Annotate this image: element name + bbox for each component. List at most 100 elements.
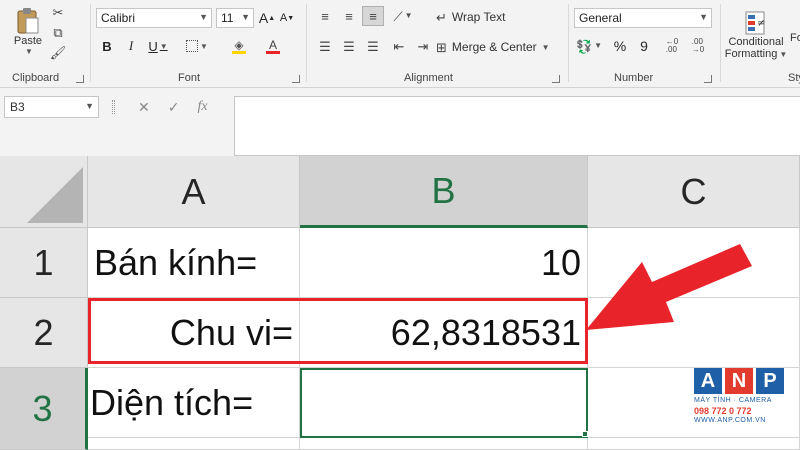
paste-dropdown-icon[interactable]: ▼ [25,47,33,56]
cell-a4[interactable] [88,438,300,450]
font-name-select[interactable]: Calibri ▼ [96,8,212,28]
cut-icon[interactable]: ✂ [50,4,66,20]
number-format-value: General [579,11,622,25]
column-header-c[interactable]: C [588,156,800,228]
column-header-b[interactable]: B [300,156,588,228]
chevron-down-icon: ▼ [699,12,708,22]
insert-function-icon[interactable]: fx [197,99,207,115]
row-header-2[interactable]: 2 [0,298,88,368]
fill-handle[interactable] [582,431,588,437]
align-middle-icon[interactable]: ≡ [338,6,360,26]
logo-tile-n: N [725,368,753,394]
name-box[interactable]: B3 ▼ [4,96,99,118]
orientation-icon[interactable]: ⟋ ▼ [388,6,418,26]
chevron-down-icon: ▼ [85,101,94,111]
wrap-text-icon: ↵ [436,9,447,25]
decrease-indent-icon[interactable]: ⇤ [388,36,410,56]
divider [568,4,569,82]
decrease-decimal-icon[interactable]: .00 →0 [686,36,710,56]
alignment-launcher-icon[interactable] [552,75,560,83]
ribbon: Paste ▼ ✂ ⧉ 🖌 Clipboard Calibri ▼ 11 ▼ A… [0,0,800,88]
cell-b4[interactable] [300,438,588,450]
select-all-button[interactable] [0,156,88,228]
align-top-icon[interactable]: ≡ [314,6,336,26]
shrink-font-button[interactable]: A ▼ [278,8,296,28]
alignment-group: ≡ ≡ ≡ ⟋ ▼ ↵ Wrap Text ☰ ☰ ☰ ⇤ ⇥ ⊞ Merge &… [308,0,564,88]
clipboard-launcher-icon[interactable] [76,75,84,83]
grow-font-button[interactable]: A ▲ [258,8,276,28]
font-color-icon: A [268,37,277,52]
bold-button[interactable]: B [96,36,118,56]
cell-b3[interactable] [300,368,588,438]
percent-label: % [613,38,627,54]
conditional-formatting-button[interactable]: ≠ Conditional Formatting ▼ [724,4,788,66]
percent-style-button[interactable]: % [610,36,630,56]
column-header-a[interactable]: A [88,156,300,228]
paint-bucket-icon: ◈ [234,37,244,52]
comma-style-button[interactable]: 9 [634,36,654,56]
fill-color-button[interactable]: ◈ [224,36,254,56]
merge-center-label: Merge & Center [451,40,537,54]
styles-group: ≠ Conditional Formatting▼ Fo Sty [722,0,800,88]
conditional-formatting-icon: ≠ [745,11,765,35]
paste-button[interactable]: Paste ▼ [8,4,48,58]
logo-tile-a: A [694,368,722,394]
wrap-text-button[interactable]: ↵ Wrap Text [436,6,546,28]
divider [720,4,721,82]
formula-input[interactable] [234,96,800,156]
shrink-font-label: A [279,12,288,24]
chevron-down-icon: ▼ [159,41,168,51]
conditional-formatting-label-2-text: Formatting [724,48,778,60]
accounting-format-icon[interactable]: 💱 ▼ [574,36,604,56]
font-group-label: Font [178,72,201,84]
fill-color-swatch [232,50,246,54]
format-as-table-button[interactable]: Fo [790,30,800,46]
font-color-button[interactable]: A [258,36,288,56]
bold-label: B [102,38,112,54]
wrap-text-label: Wrap Text [451,10,506,24]
cell-a1[interactable]: Bán kính= [88,228,300,298]
increase-indent-icon[interactable]: ⇥ [412,36,434,56]
chevron-down-icon: ▼ [199,12,208,22]
cell-b1[interactable]: 10 [300,228,588,298]
select-all-triangle-icon [27,167,83,223]
merge-center-button[interactable]: ⊞ Merge & Center ▼ [436,36,562,58]
cell-a2[interactable]: Chu vi= [88,298,300,368]
underline-button[interactable]: U ▼ [144,36,172,56]
anp-logo: A N P MÁY TÍNH · CAMERA 098 772 0 772 WW… [694,368,794,448]
row-header-1[interactable]: 1 [0,228,88,298]
enter-icon[interactable]: ✓ [168,99,180,116]
number-group-label: Number [614,72,654,84]
divider [90,4,91,82]
cell-a3[interactable]: Diện tích= [88,368,300,438]
underline-label: U [148,38,158,54]
logo-site: WWW.ANP.COM.VN [694,417,766,424]
number-format-select[interactable]: General ▼ [574,8,712,28]
paste-label: Paste [13,34,43,47]
format-painter-icon[interactable]: 🖌 [50,44,67,60]
anp-logo-letters: A N P [694,368,794,394]
increase-decimal-icon[interactable]: ←0.00 [660,36,684,56]
font-launcher-icon[interactable] [292,75,300,83]
comma-label: 9 [640,38,648,54]
cell-b2[interactable]: 62,8318531 [300,298,588,368]
font-name-value: Calibri [101,11,136,25]
font-size-value: 11 [221,11,234,25]
align-bottom-icon[interactable]: ≡ [362,6,384,26]
italic-button[interactable]: I [120,36,142,56]
row-header-3[interactable]: 3 [0,368,88,450]
align-center-icon[interactable]: ☰ [338,36,360,56]
borders-button[interactable]: ▼ [182,36,212,56]
conditional-formatting-label-1: Conditional [728,36,784,48]
formula-buttons: ✕ ✓ fx [128,96,228,118]
clipboard-icon [17,7,39,33]
copy-icon[interactable]: ⧉ [50,24,66,40]
font-size-select[interactable]: 11 ▼ [216,8,254,28]
number-launcher-icon[interactable] [704,75,712,83]
cancel-icon[interactable]: ✕ [138,99,150,116]
logo-tile-p: P [756,368,784,394]
align-left-icon[interactable]: ☰ [314,36,336,56]
align-right-icon[interactable]: ☰ [362,36,384,56]
svg-text:≠: ≠ [757,18,765,29]
annotation-arrow-icon [586,244,752,330]
